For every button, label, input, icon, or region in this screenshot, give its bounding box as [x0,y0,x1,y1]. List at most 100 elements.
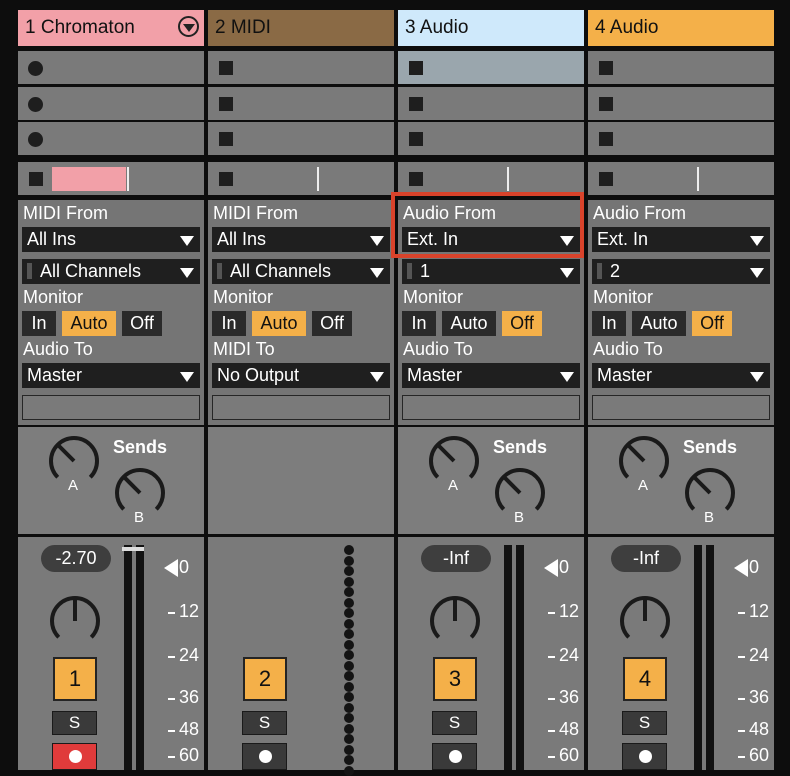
db-tick-label: 12 [559,601,580,621]
monitor-auto-button[interactable]: Auto [442,311,496,336]
clip-slot[interactable] [18,51,204,84]
mixer-section: -Inf 0 12 24 36 48 60 3 S [398,537,584,770]
output-channel-field[interactable] [212,395,390,420]
meter-dot [344,629,354,639]
input-source-dropdown[interactable]: All Ins [212,227,390,252]
monitor-auto-button[interactable]: Auto [252,311,306,336]
monitor-off-button[interactable]: Off [502,311,542,336]
record-arm-button[interactable] [432,743,477,770]
monitor-off-button[interactable]: Off [122,311,162,336]
solo-button[interactable]: S [622,711,667,735]
record-arm-button[interactable] [622,743,667,770]
clip-slot[interactable] [208,87,394,120]
clip-stop-button-icon[interactable] [409,61,423,75]
input-channel-dropdown[interactable]: 2 [592,259,770,284]
output-target-dropdown[interactable]: Master [22,363,200,388]
track-activator-button[interactable]: 2 [243,657,287,701]
monitor-off-button[interactable]: Off [692,311,732,336]
clip-stop-button-icon[interactable] [599,97,613,111]
input-channel-dropdown[interactable]: All Channels [22,259,200,284]
output-channel-field[interactable] [402,395,580,420]
monitor-auto-button[interactable]: Auto [632,311,686,336]
input-source-value: All Ins [217,229,267,249]
record-arm-button[interactable] [242,743,287,770]
clip-slot[interactable] [588,87,774,120]
input-channel-dropdown[interactable]: All Channels [212,259,390,284]
monitor-in-button[interactable]: In [22,311,56,336]
send-a-label: A [448,477,459,494]
track-stop-button-icon[interactable] [29,172,43,186]
monitor-in-button[interactable]: In [592,311,626,336]
track-header[interactable]: 3 Audio [398,10,584,46]
track-activator-button[interactable]: 3 [433,657,477,701]
output-target-dropdown[interactable]: No Output [212,363,390,388]
track-header[interactable]: 1 Chromaton [18,10,204,46]
track-header[interactable]: 2 MIDI [208,10,394,46]
clip-stop-button-icon[interactable] [219,132,233,146]
db-tick-label: 48 [559,719,580,739]
clip-slot[interactable] [398,51,584,84]
volume-display[interactable]: -Inf [611,545,681,572]
db-tick-label: 60 [749,745,770,765]
meter-dot [344,723,354,734]
clip-stop-button-icon[interactable] [599,61,613,75]
solo-button[interactable]: S [432,711,477,735]
clip-slot[interactable] [208,122,394,155]
clip-slot[interactable] [18,122,204,155]
input-channel-dropdown[interactable]: 1 [402,259,580,284]
input-source-dropdown[interactable]: All Ins [22,227,200,252]
clip-stop-button-icon[interactable] [219,97,233,111]
db-tick-label: 60 [179,745,200,765]
meter-dot [344,681,354,692]
db-tick-label: 36 [749,687,770,707]
output-target-dropdown[interactable]: Master [402,363,580,388]
record-arm-button[interactable] [52,743,97,770]
output-channel-field[interactable] [22,395,200,420]
pan-knob[interactable] [49,595,101,647]
volume-fader-handle[interactable] [122,547,144,551]
input-source-dropdown[interactable]: Ext. In [592,227,770,252]
volume-display[interactable]: -Inf [421,545,491,572]
pan-knob[interactable] [429,595,481,647]
clip-stop-button-icon[interactable] [409,97,423,111]
track-header[interactable]: 4 Audio [588,10,774,46]
monitor-auto-button[interactable]: Auto [62,311,116,336]
track-stop-button-icon[interactable] [599,172,613,186]
chevron-down-icon [370,268,384,278]
monitor-in-button[interactable]: In [212,311,246,336]
solo-button[interactable]: S [52,711,97,735]
clip-slot[interactable] [398,122,584,155]
monitor-off-button[interactable]: Off [312,311,352,336]
solo-button[interactable]: S [242,711,287,735]
clip-playing-indicator [52,167,126,191]
chevron-down-icon [560,372,574,382]
clip-slot[interactable] [18,87,204,120]
clip-stop-button-icon[interactable] [599,132,613,146]
send-a-label: A [638,477,649,494]
fold-chevron-icon[interactable] [178,16,199,37]
clip-slot[interactable] [398,87,584,120]
pan-knob[interactable] [619,595,671,647]
track-stop-button-icon[interactable] [409,172,423,186]
clip-stop-button-icon[interactable] [219,61,233,75]
input-source-dropdown[interactable]: Ext. In [402,227,580,252]
db-tick [738,698,745,700]
track-name: 2 MIDI [215,17,271,38]
clip-stop-button-icon[interactable] [409,132,423,146]
clip-slot[interactable] [588,51,774,84]
track-activator-button[interactable]: 1 [53,657,97,701]
chevron-down-icon [180,268,194,278]
clip-slot[interactable] [208,51,394,84]
track-status-row [18,162,204,195]
db-tick [738,730,745,732]
output-target-dropdown[interactable]: Master [592,363,770,388]
clip-slot[interactable] [588,122,774,155]
track-stop-button-icon[interactable] [219,172,233,186]
track-activator-button[interactable]: 4 [623,657,667,701]
output-channel-field[interactable] [592,395,770,420]
meter-dot [344,692,354,702]
mixer-section: -Inf 0 12 24 36 48 60 4 S [588,537,774,770]
volume-display[interactable]: -2.70 [41,545,111,572]
monitor-in-button[interactable]: In [402,311,436,336]
meter-dot [344,713,354,723]
